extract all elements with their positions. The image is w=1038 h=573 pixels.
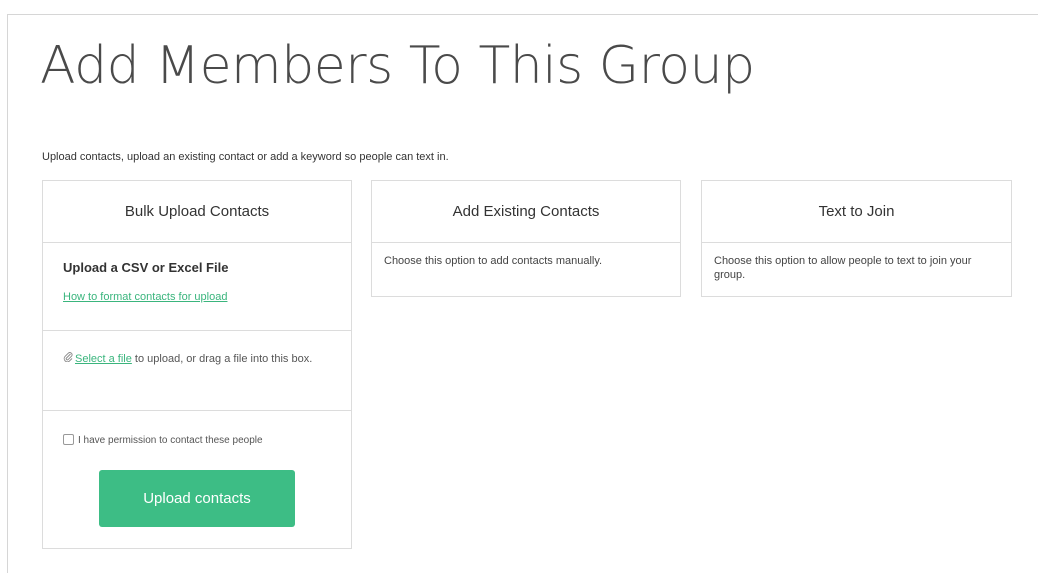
text-to-join-description: Choose this option to allow people to te… xyxy=(714,255,972,282)
dropzone-instructions: to upload, or drag a file into this box. xyxy=(131,353,313,365)
permission-section: I have permission to contact these peopl… xyxy=(43,411,351,446)
bulk-upload-header: Bulk Upload Contacts xyxy=(43,181,351,243)
permission-label[interactable]: I have permission to contact these peopl… xyxy=(78,435,263,446)
add-existing-card[interactable]: Add Existing Contacts Choose this option… xyxy=(371,180,681,297)
csv-upload-section: Upload a CSV or Excel File How to format… xyxy=(43,243,351,331)
file-dropzone[interactable]: Select a file to upload, or drag a file … xyxy=(43,331,351,411)
csv-upload-title: Upload a CSV or Excel File xyxy=(63,260,229,275)
page-title: Add Members To This Group xyxy=(40,36,755,96)
format-contacts-link[interactable]: How to format contacts for upload xyxy=(63,291,227,303)
select-file-link[interactable]: Select a file xyxy=(75,353,132,365)
text-to-join-header[interactable]: Text to Join xyxy=(702,181,1011,243)
text-to-join-card[interactable]: Text to Join Choose this option to allow… xyxy=(701,180,1012,297)
paperclip-icon xyxy=(63,351,75,368)
bulk-upload-card: Bulk Upload Contacts Upload a CSV or Exc… xyxy=(42,180,352,549)
permission-checkbox[interactable] xyxy=(63,434,74,445)
add-existing-header[interactable]: Add Existing Contacts xyxy=(372,181,680,243)
upload-contacts-button[interactable]: Upload contacts xyxy=(99,470,295,527)
add-existing-description: Choose this option to add contacts manua… xyxy=(384,255,603,267)
page-subtitle: Upload contacts, upload an existing cont… xyxy=(42,151,449,163)
